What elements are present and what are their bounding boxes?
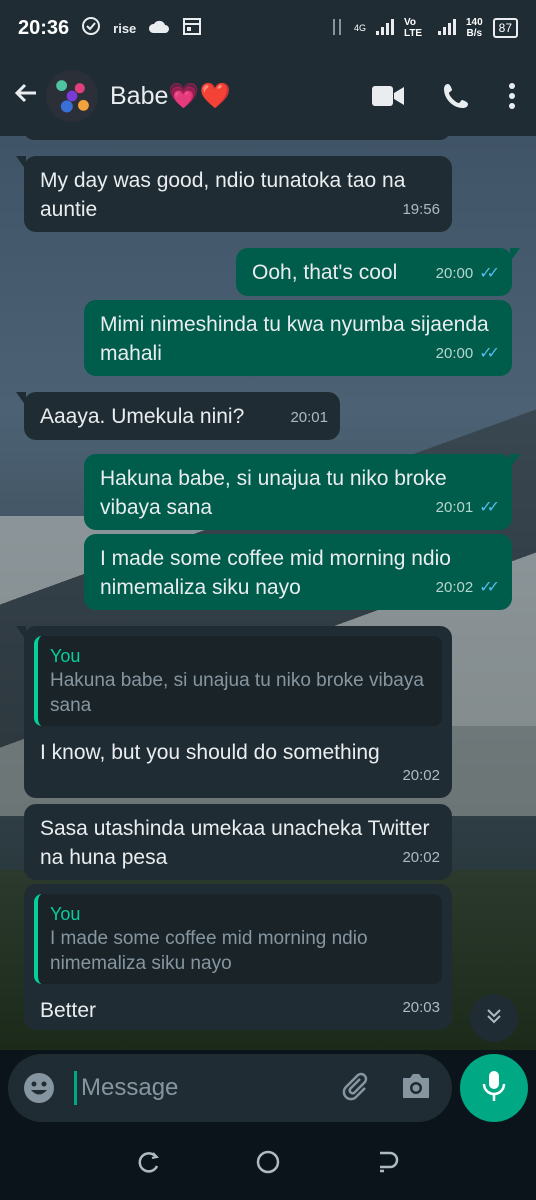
message-outgoing[interactable]: Ooh, that's cool 20:00 ✓✓: [236, 248, 520, 296]
avatar[interactable]: [46, 70, 98, 122]
bubble-tail: [16, 156, 26, 170]
message-text: Aaaya. Umekula nini?: [40, 405, 245, 428]
message-time: 20:01: [435, 499, 474, 516]
signal-icon: [375, 18, 394, 38]
cloud-icon: [148, 18, 170, 39]
quote-author: You: [50, 646, 81, 666]
network-speed: 140 B/s: [466, 17, 483, 39]
message-input[interactable]: Message: [74, 1071, 340, 1105]
message-time: 20:03: [402, 999, 440, 1016]
rise-app-label: rise: [113, 20, 137, 36]
previous-message-edge: [24, 136, 450, 140]
quote-text: I made some coffee mid morning ndio nime…: [50, 928, 368, 974]
message-meta: 20:00 ✓✓: [436, 339, 500, 368]
quoted-message[interactable]: You Hakuna babe, si unajua tu niko broke…: [34, 636, 442, 726]
back-icon[interactable]: [374, 1149, 400, 1180]
read-ticks-icon: ✓✓: [479, 579, 500, 596]
phone-icon[interactable]: [442, 82, 470, 110]
message-composer[interactable]: Message: [8, 1054, 452, 1122]
status-right: 4G Vo LTE 140 B/s 87: [330, 17, 518, 40]
read-ticks-icon: ✓✓: [479, 265, 500, 282]
voice-message-button[interactable]: [460, 1054, 528, 1122]
message-time: 20:02: [402, 849, 440, 866]
more-vert-icon[interactable]: [508, 82, 516, 110]
composer-actions: [340, 1071, 438, 1106]
bubble-tail: [510, 454, 520, 468]
bubble-tail: [16, 392, 26, 406]
chat-header: Babe💗❤️: [0, 56, 536, 136]
message-meta: 20:02: [402, 761, 440, 790]
speed-value: 140: [465, 17, 483, 28]
message-meta: 20:01 ✓✓: [436, 493, 500, 522]
read-ticks-icon: ✓✓: [479, 499, 500, 516]
message-incoming-reply[interactable]: You Hakuna babe, si unajua tu niko broke…: [16, 626, 452, 798]
message-meta: 20:02: [402, 843, 440, 872]
message-meta: 20:01: [290, 403, 328, 432]
chat-area[interactable]: My day was good, ndio tunatoka tao na au…: [0, 136, 536, 1050]
recent-apps-icon[interactable]: [136, 1149, 162, 1180]
data-arrows-icon: [330, 17, 344, 40]
emoji-icon[interactable]: [22, 1071, 56, 1105]
quoted-message[interactable]: You I made some coffee mid morning ndio …: [34, 894, 442, 984]
header-actions: [372, 82, 524, 110]
camera-icon[interactable]: [400, 1072, 432, 1105]
message-incoming-reply[interactable]: You I made some coffee mid morning ndio …: [24, 884, 452, 1030]
message-time: 20:02: [402, 767, 440, 784]
check-circle-icon: [81, 16, 101, 41]
network-volte-label: Vo LTE: [403, 17, 423, 39]
signal-2-icon: [437, 18, 456, 38]
message-text: Better: [40, 999, 97, 1022]
message-meta: 19:56: [402, 195, 440, 224]
contact-name[interactable]: Babe💗❤️: [110, 82, 231, 111]
message-meta: 20:00 ✓✓: [436, 259, 500, 288]
message-time: 20:01: [290, 409, 328, 426]
double-chevron-down-icon: [484, 1006, 504, 1031]
scroll-to-bottom-button[interactable]: [470, 994, 518, 1042]
message-meta: 20:02 ✓✓: [436, 573, 500, 602]
message-outgoing[interactable]: Hakuna babe, si unajua tu niko broke vib…: [84, 454, 520, 530]
message-time: 20:00: [435, 345, 474, 362]
message-incoming[interactable]: Aaaya. Umekula nini? 20:01: [16, 392, 340, 440]
read-ticks-icon: ✓✓: [479, 345, 500, 362]
network-4g-label: 4G: [353, 23, 366, 33]
message-outgoing[interactable]: I made some coffee mid morning ndio nime…: [84, 534, 512, 610]
message-text: My day was good, ndio tunatoka tao na au…: [40, 169, 406, 221]
message-outgoing[interactable]: Mimi nimeshinda tu kwa nyumba sijaenda m…: [84, 300, 512, 376]
message-incoming[interactable]: My day was good, ndio tunatoka tao na au…: [16, 156, 452, 232]
microphone-icon: [482, 1070, 506, 1107]
message-meta: 20:03: [402, 993, 440, 1022]
message-text: Sasa utashinda umekaa unacheka Twitter n…: [40, 817, 430, 869]
speed-unit: B/s: [466, 28, 483, 39]
message-time: 19:56: [402, 201, 440, 218]
input-bar: Message: [0, 1050, 536, 1128]
system-nav-bar: [0, 1128, 536, 1200]
battery-indicator: 87: [492, 18, 518, 38]
bubble-tail: [16, 626, 26, 640]
bubble-tail: [510, 248, 520, 262]
status-bar: 20:36 rise 4G Vo LTE 140 B/s 87: [0, 0, 536, 56]
back-arrow-icon[interactable]: [12, 79, 46, 114]
message-text: I know, but you should do something: [40, 741, 380, 764]
message-incoming[interactable]: Sasa utashinda umekaa unacheka Twitter n…: [24, 804, 452, 880]
home-icon[interactable]: [255, 1149, 281, 1180]
calendar-icon: [182, 16, 202, 41]
message-time: 20:02: [435, 579, 474, 596]
quote-author: You: [50, 904, 81, 924]
attach-icon[interactable]: [340, 1071, 370, 1106]
video-call-icon[interactable]: [372, 85, 404, 107]
status-time: 20:36: [18, 16, 70, 39]
quote-text: Hakuna babe, si unajua tu niko broke vib…: [50, 670, 424, 716]
message-time: 20:00: [435, 265, 474, 282]
message-text: Ooh, that's cool: [252, 261, 398, 284]
